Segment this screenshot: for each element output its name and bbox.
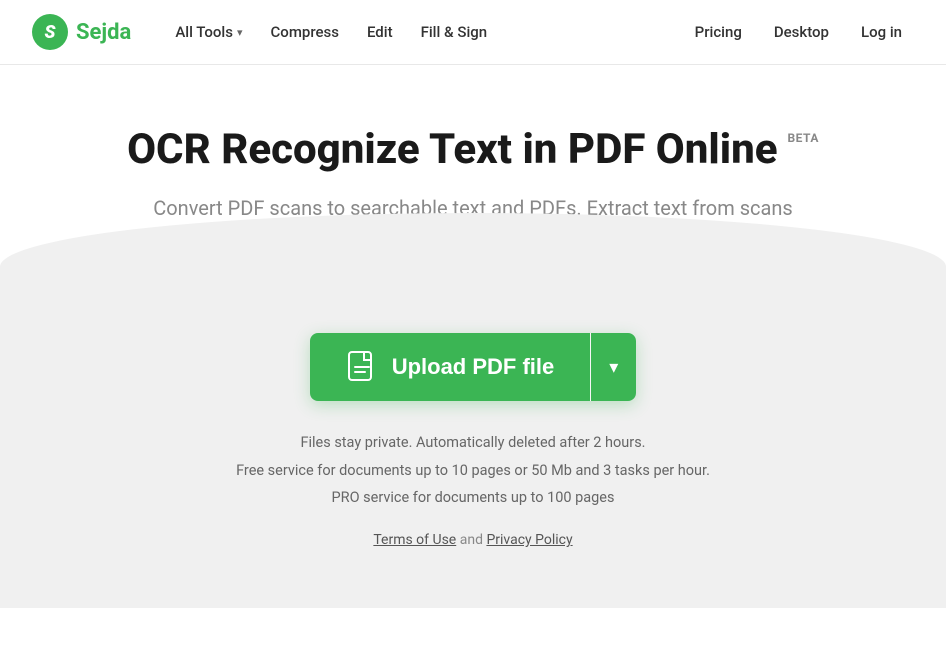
info-text: Files stay private. Automatically delete… [236,429,710,512]
logo-text: Sejda [76,20,131,45]
info-line-3: PRO service for documents up to 100 page… [236,484,710,512]
nav-edit[interactable]: Edit [355,15,405,49]
main-content: OCR Recognize Text in PDF Online BETA Co… [0,65,946,608]
terms-conjunction: and [460,532,487,548]
nav-compress[interactable]: Compress [259,15,351,49]
upload-pdf-button[interactable]: Upload PDF file [310,333,591,401]
upload-button-label: Upload PDF file [392,354,555,380]
upload-section: Upload PDF file ▾ Files stay private. Au… [0,273,946,608]
logo-icon: S [32,14,68,50]
nav-desktop[interactable]: Desktop [762,15,841,49]
privacy-policy-link[interactable]: Privacy Policy [486,532,572,548]
terms-of-use-link[interactable]: Terms of Use [373,532,456,548]
upload-button-group: Upload PDF file ▾ [310,333,637,401]
pdf-file-icon [346,351,378,383]
terms-row: Terms of Use and Privacy Policy [373,532,572,548]
nav-login[interactable]: Log in [849,15,914,49]
page-title: OCR Recognize Text in PDF Online [127,125,777,175]
upload-content: Upload PDF file ▾ Files stay private. Au… [0,273,946,548]
logo[interactable]: S Sejda [32,14,131,50]
info-line-1: Files stay private. Automatically delete… [236,429,710,457]
nav-pricing[interactable]: Pricing [683,15,754,49]
info-line-2: Free service for documents up to 10 page… [236,457,710,485]
beta-badge: BETA [788,131,819,145]
nav-links: All Tools ▾ Compress Edit Fill & Sign [163,15,682,49]
nav-right: Pricing Desktop Log in [683,15,914,49]
nav-all-tools[interactable]: All Tools ▾ [163,15,254,49]
upload-dropdown-button[interactable]: ▾ [591,333,636,401]
hero-title-container: OCR Recognize Text in PDF Online BETA [127,125,819,175]
chevron-down-icon: ▾ [237,26,243,39]
navbar: S Sejda All Tools ▾ Compress Edit Fill &… [0,0,946,65]
chevron-down-icon: ▾ [609,357,618,378]
nav-fill-sign[interactable]: Fill & Sign [409,15,500,49]
